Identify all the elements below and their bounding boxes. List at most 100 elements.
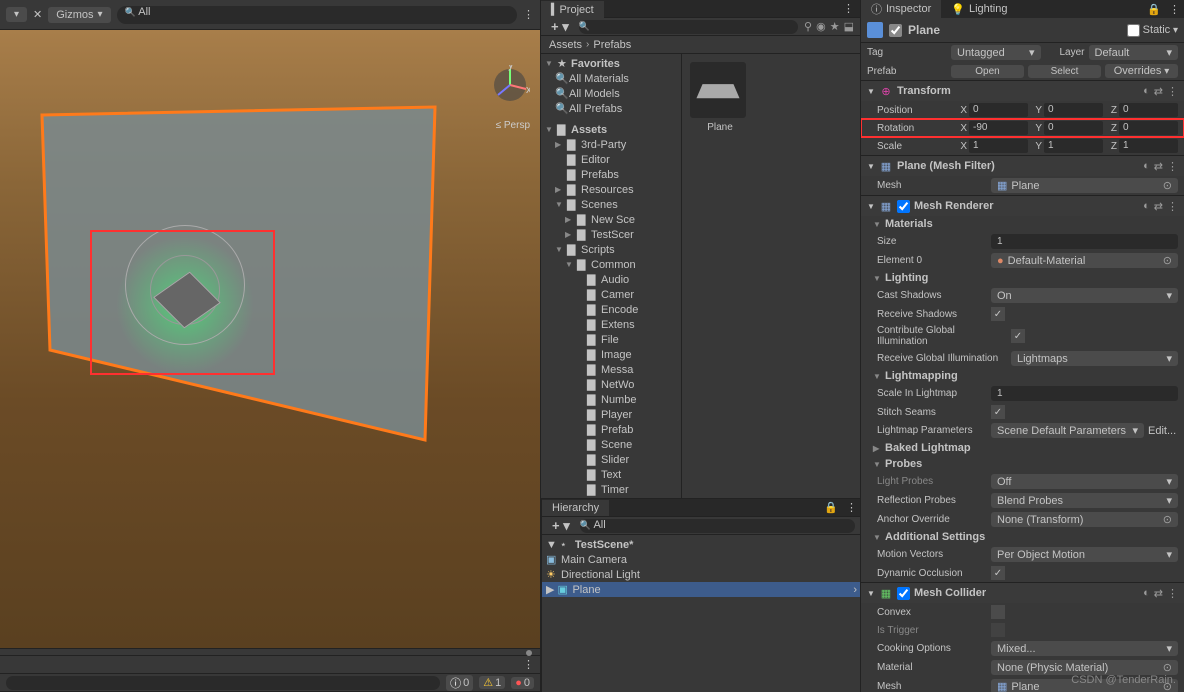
pos-y[interactable]: 0	[1044, 103, 1103, 117]
fav-models[interactable]: 🔍All Models	[541, 86, 681, 101]
plane-object[interactable]: ▶▣Plane›	[542, 582, 861, 597]
lighting-tab[interactable]: 💡Lighting	[941, 1, 1017, 18]
meshfilter-header[interactable]: ▼▦ Plane (Mesh Filter) ◐⇄⋮	[861, 156, 1184, 176]
mesh-field[interactable]: ▦Plane⊙	[991, 178, 1178, 193]
pos-z[interactable]: 0	[1119, 103, 1178, 117]
renderer-header[interactable]: ▼▦ Mesh Renderer ◐⇄⋮	[861, 196, 1184, 216]
mat-size[interactable]: 1	[991, 234, 1178, 249]
folder-file[interactable]: ▇File	[541, 332, 681, 347]
console-menu-icon[interactable]: ⋮	[523, 658, 534, 671]
static-dropdown[interactable]: Static ▾	[1127, 24, 1178, 37]
favorites-root[interactable]: ▼★Favorites	[541, 56, 681, 71]
folder-editor[interactable]: ▇Editor	[541, 152, 681, 167]
insp-lock-icon[interactable]: 🔒	[1143, 3, 1165, 16]
prefab-select-button[interactable]: Select	[1028, 65, 1101, 78]
folder-messa[interactable]: ▇Messa	[541, 362, 681, 377]
object-name[interactable]: Plane	[908, 23, 940, 37]
tag-dropdown[interactable]: Untagged▾	[951, 45, 1041, 60]
save-icon[interactable]: ⬓	[844, 20, 854, 33]
folder-extens[interactable]: ▇Extens	[541, 317, 681, 332]
layer-dropdown[interactable]: Default▾	[1089, 45, 1179, 60]
gizmos-dropdown[interactable]: Gizmos ▾	[48, 7, 110, 23]
dyn-occ[interactable]: ✓	[991, 566, 1005, 580]
folder-player[interactable]: ▇Player	[541, 407, 681, 422]
folder-scene[interactable]: ▇Scene	[541, 437, 681, 452]
project-tab[interactable]: ▍Project	[541, 0, 604, 18]
project-menu-icon[interactable]: ⋮	[837, 2, 860, 15]
folder-encode[interactable]: ▇Encode	[541, 302, 681, 317]
lm-params[interactable]: Scene Default Parameters▾	[991, 423, 1144, 438]
pin-icon[interactable]: ⚲	[804, 20, 812, 33]
rot-x[interactable]: -90	[969, 121, 1028, 135]
folder-audio[interactable]: ▇Audio	[541, 272, 681, 287]
project-add-button[interactable]: + ▾	[547, 19, 573, 35]
active-checkbox[interactable]	[889, 24, 902, 37]
rot-z[interactable]: 0	[1119, 121, 1178, 135]
scene-slider[interactable]	[0, 648, 540, 655]
prefab-overrides-button[interactable]: Overrides ▾	[1105, 64, 1178, 78]
folder-prefab[interactable]: ▇Prefab	[541, 422, 681, 437]
folder-scenes[interactable]: ▼▇Scenes	[541, 197, 681, 212]
assets-root[interactable]: ▼▇Assets	[541, 122, 681, 137]
cast-shadows[interactable]: On▾	[991, 288, 1178, 303]
directional-light[interactable]: ☀Directional Light	[542, 567, 861, 582]
contrib-gi[interactable]: ✓	[1011, 329, 1025, 343]
renderer-enabled[interactable]	[897, 200, 910, 213]
folder-common[interactable]: ▼▇Common	[541, 257, 681, 272]
error-badge[interactable]: ●0	[511, 677, 534, 689]
info-badge[interactable]: ⓘ0	[446, 675, 473, 691]
persp-label[interactable]: ≤ Persp	[496, 120, 530, 131]
console-search[interactable]	[6, 676, 440, 690]
prefab-open-button[interactable]: Open	[951, 65, 1024, 78]
edit-button[interactable]: Edit...	[1148, 425, 1178, 437]
preset-icon[interactable]: ⇄	[1154, 85, 1163, 98]
anchor[interactable]: None (Transform)⊙	[991, 512, 1178, 527]
shaded-dropdown[interactable]: ▾	[6, 7, 27, 22]
x-icon[interactable]: ✕	[33, 8, 42, 21]
hierarchy-lock-icon[interactable]: 🔒	[820, 501, 842, 514]
inspector-tab[interactable]: ⓘInspector	[861, 0, 941, 19]
mat-el0[interactable]: ●Default-Material⊙	[991, 253, 1178, 268]
scene-new[interactable]: ▶▇New Sce	[541, 212, 681, 227]
insp-menu-icon[interactable]: ⋮	[1165, 3, 1184, 16]
breadcrumb[interactable]: Assets › Prefabs	[541, 36, 860, 54]
recv-gi[interactable]: Lightmaps▾	[1011, 351, 1178, 366]
hierarchy-menu-icon[interactable]: ⋮	[842, 501, 861, 514]
asset-plane[interactable]: Plane	[690, 62, 750, 133]
folder-resources[interactable]: ▶▇Resources	[541, 182, 681, 197]
scale-x[interactable]: 1	[969, 139, 1028, 153]
folder-camer[interactable]: ▇Camer	[541, 287, 681, 302]
folder-timer[interactable]: ▇Timer	[541, 482, 681, 497]
folder-scripts[interactable]: ▼▇Scripts	[541, 242, 681, 257]
scene-root[interactable]: ▼⋆TestScene*	[542, 537, 861, 552]
scale-z[interactable]: 1	[1119, 139, 1178, 153]
warn-badge[interactable]: ⚠1	[479, 676, 505, 689]
scale-y[interactable]: 1	[1044, 139, 1103, 153]
fav-prefabs[interactable]: 🔍All Prefabs	[541, 101, 681, 116]
phys-mat[interactable]: None (Physic Material)⊙	[991, 660, 1178, 675]
cooking[interactable]: Mixed...▾	[991, 641, 1178, 656]
rot-y[interactable]: 0	[1044, 121, 1103, 135]
help-icon[interactable]: ◐	[1143, 85, 1150, 98]
scene-menu-icon[interactable]: ⋮	[523, 8, 534, 21]
stitch[interactable]: ✓	[991, 405, 1005, 419]
scene-test[interactable]: ▶▇TestScer	[541, 227, 681, 242]
folder-3rdparty[interactable]: ▶▇3rd-Party	[541, 137, 681, 152]
fav-materials[interactable]: 🔍All Materials	[541, 71, 681, 86]
star-icon[interactable]: ★	[830, 20, 840, 33]
orientation-gizmo[interactable]: yx	[490, 65, 530, 108]
folder-text[interactable]: ▇Text	[541, 467, 681, 482]
hierarchy-search[interactable]: 🔍 All	[580, 519, 855, 533]
folder-slider[interactable]: ▇Slider	[541, 452, 681, 467]
eye-icon[interactable]: ◉	[816, 20, 826, 33]
folder-image[interactable]: ▇Image	[541, 347, 681, 362]
folder-netwo[interactable]: ▇NetWo	[541, 377, 681, 392]
prefab-icon[interactable]	[867, 22, 883, 38]
hierarchy-tab[interactable]: Hierarchy	[542, 499, 609, 516]
convex[interactable]	[991, 605, 1005, 619]
scale-lm[interactable]: 1	[991, 386, 1178, 401]
kebab-icon[interactable]: ⋮	[1167, 85, 1178, 98]
scene-view[interactable]: yx ≤ Persp	[0, 30, 540, 648]
folder-prefabs[interactable]: ▇Prefabs	[541, 167, 681, 182]
collider-enabled[interactable]	[897, 587, 910, 600]
